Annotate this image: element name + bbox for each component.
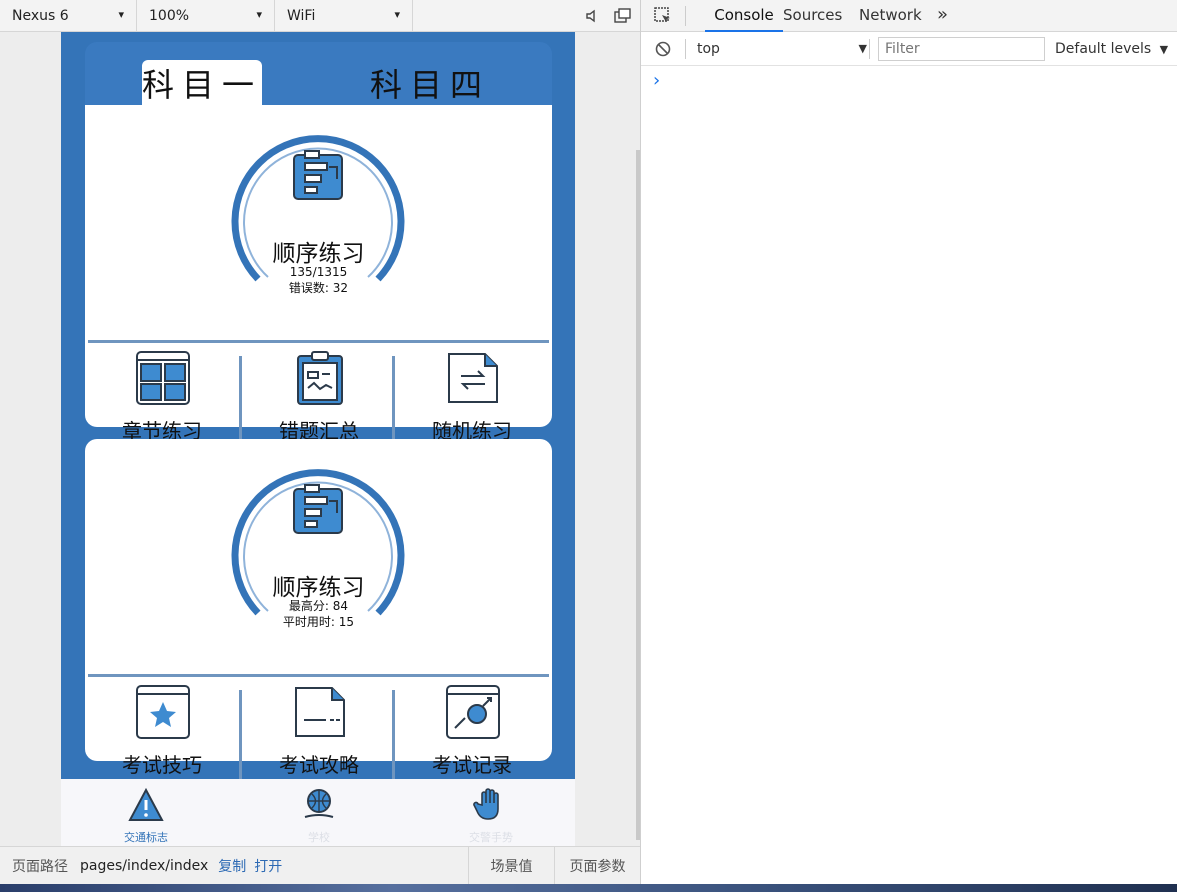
zoom-select[interactable]: 100% ▾	[137, 0, 275, 32]
globe-hand-icon	[304, 789, 334, 818]
divider	[869, 39, 870, 59]
log-levels-select[interactable]: Default levels ▼	[1055, 32, 1168, 66]
hand-icon	[473, 788, 499, 820]
device-select[interactable]: Nexus 6 ▾	[0, 0, 137, 32]
grid-window-icon	[136, 351, 190, 405]
bottom-tabbar: 交通标志 学校 交警手势	[61, 779, 575, 846]
page-path-bar: 页面路径 pages/index/index 复制 打开 场景值 页面参数	[0, 846, 640, 885]
context-select-value: top	[697, 41, 720, 57]
wrong-questions-button[interactable]: 错题汇总	[242, 350, 396, 450]
best-score: 最高分: 84	[288, 599, 349, 613]
scene-value-button[interactable]: 场景值	[468, 847, 554, 885]
average-time: 平时用时: 15	[282, 615, 355, 629]
zoom-select-value: 100%	[149, 7, 190, 24]
exam-records-label: 考试记录	[432, 753, 512, 777]
divider	[88, 674, 549, 677]
warning-sign-icon	[128, 787, 164, 821]
flowchart-icon	[293, 484, 343, 534]
page-params-button[interactable]: 页面参数	[554, 847, 640, 885]
tab-label: 交警手势	[469, 831, 513, 844]
page-path-value: pages/index/index	[80, 857, 209, 874]
shuffle-file-icon	[448, 353, 498, 403]
gauge-title: 顺序练习	[272, 241, 365, 267]
exam-card: 顺序练习 最高分: 84 平时用时: 15 考试技巧 考试攻略 考试记录	[85, 439, 552, 783]
console-prompt[interactable]: ›	[653, 70, 660, 91]
open-link[interactable]: 打开	[250, 856, 286, 876]
page-path-label: 页面路径	[12, 858, 68, 875]
exam-gauge[interactable]: 顺序练习 最高分: 84 平时用时: 15	[85, 439, 552, 639]
divider	[88, 340, 549, 343]
volume-icon[interactable]	[584, 8, 600, 24]
copy-link[interactable]: 复制	[214, 856, 250, 876]
chevron-down-icon: ▾	[256, 7, 262, 21]
gauge-title: 顺序练习	[272, 575, 365, 601]
inspect-element-icon[interactable]	[653, 6, 673, 26]
chevron-down-icon: ▾	[394, 7, 400, 21]
tab-label: 学校	[308, 831, 330, 844]
flowchart-icon	[293, 150, 343, 200]
chapter-practice-button[interactable]: 章节练习	[85, 350, 239, 450]
tab-subject-four[interactable]: 科目四	[370, 60, 490, 106]
devtools-tabs: Console Sources Network »	[641, 0, 1177, 32]
tab-console[interactable]: Console	[705, 0, 783, 32]
random-practice-button[interactable]: 随机练习	[395, 350, 549, 450]
detach-window-icon[interactable]	[614, 8, 632, 24]
exam-strategy-label: 考试攻略	[279, 753, 359, 777]
simulator-tools	[584, 0, 632, 32]
tab-label: 交通标志	[124, 831, 168, 844]
clear-console-icon[interactable]	[655, 41, 671, 57]
devtools-panel: Console Sources Network » top ▼ Default …	[640, 0, 1177, 884]
exam-tips-button[interactable]: 考试技巧	[85, 684, 239, 784]
exam-strategy-button[interactable]: 考试攻略	[242, 684, 396, 784]
clipboard-icon	[297, 351, 343, 405]
tab-subject-one[interactable]: 科目一	[142, 60, 262, 106]
filter-input[interactable]	[878, 37, 1045, 61]
error-count: 错误数: 32	[288, 281, 349, 295]
exam-records-button[interactable]: 考试记录	[395, 684, 549, 784]
tab-sources[interactable]: Sources	[783, 0, 842, 32]
document-icon	[295, 687, 345, 737]
chart-window-icon	[446, 685, 500, 739]
subject-tabs: 科目一 科目四	[85, 42, 552, 106]
simulator-toolbar: Nexus 6 ▾ 100% ▾ WiFi ▾	[0, 0, 640, 32]
more-tabs-button[interactable]: »	[937, 0, 948, 32]
exam-tips-label: 考试技巧	[122, 753, 202, 777]
phone-screen: 科目一 科目四 顺序练习 135/1315 错误数: 32 章节练习 错题汇总 …	[61, 32, 575, 846]
triangle-down-icon: ▼	[1159, 43, 1169, 56]
tab-police-gesture[interactable]: 交警手势	[436, 787, 546, 844]
exam-feature-grid: 考试技巧 考试攻略 考试记录	[85, 684, 552, 794]
star-window-icon	[136, 685, 190, 739]
progress-count: 135/1315	[289, 265, 348, 279]
sequential-practice-gauge[interactable]: 顺序练习 135/1315 错误数: 32	[85, 105, 552, 305]
practice-card: 顺序练习 135/1315 错误数: 32 章节练习 错题汇总 随机练习	[85, 105, 552, 449]
log-levels-value: Default levels	[1055, 41, 1152, 57]
tab-network[interactable]: Network	[859, 0, 922, 32]
divider	[685, 6, 686, 26]
network-select-value: WiFi	[287, 7, 316, 24]
console-toolbar: top ▼ Default levels ▼	[641, 32, 1177, 66]
triangle-down-icon: ▼	[858, 42, 867, 55]
device-select-value: Nexus 6	[12, 7, 69, 24]
tab-traffic-signs[interactable]: 交通标志	[91, 787, 201, 844]
network-select[interactable]: WiFi ▾	[275, 0, 413, 32]
context-select[interactable]: top ▼	[697, 32, 867, 66]
divider	[685, 39, 686, 59]
desktop-background	[0, 884, 1177, 892]
chevron-down-icon: ▾	[118, 7, 124, 21]
tab-school[interactable]: 学校	[264, 787, 374, 844]
